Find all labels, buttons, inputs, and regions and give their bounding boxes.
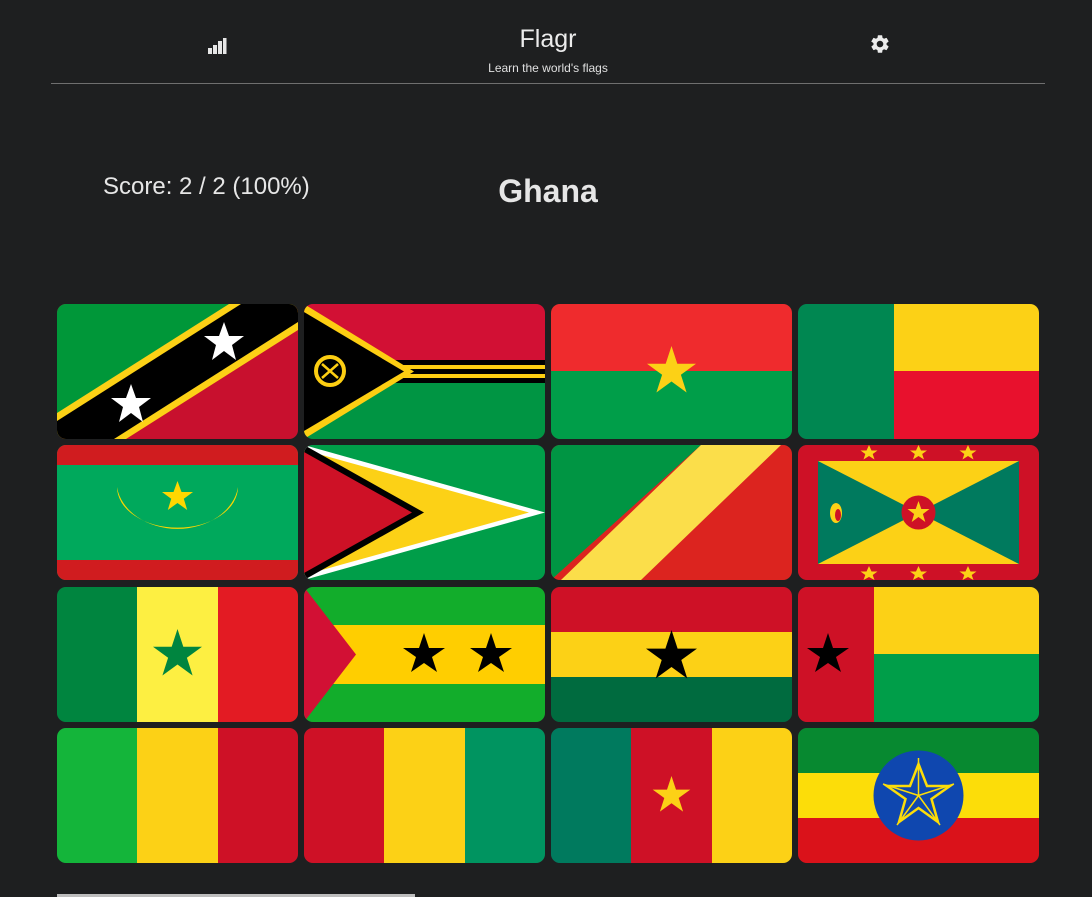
app-subtitle: Learn the world's flags bbox=[488, 61, 608, 75]
flagr-app: Flagr Learn the world's flags Score: 2 /… bbox=[0, 0, 1092, 897]
app-title: Flagr bbox=[519, 25, 577, 53]
flag-burkina-faso[interactable] bbox=[551, 304, 792, 439]
flag-guinea-bissau[interactable] bbox=[798, 587, 1039, 722]
flag-benin[interactable] bbox=[798, 304, 1039, 439]
target-country: Ghana bbox=[498, 173, 598, 209]
flag-ethiopia[interactable] bbox=[798, 728, 1039, 863]
app-header: Flagr Learn the world's flags bbox=[51, 0, 1045, 84]
flag-guinea[interactable] bbox=[304, 728, 545, 863]
flag-grenada[interactable] bbox=[798, 445, 1039, 580]
flag-saint-kitts-and-nevis[interactable] bbox=[57, 304, 298, 439]
flag-mauritania[interactable] bbox=[57, 445, 298, 580]
flag-guyana[interactable] bbox=[304, 445, 545, 580]
flag-senegal[interactable] bbox=[57, 587, 298, 722]
flag-cameroon[interactable] bbox=[551, 728, 792, 863]
settings-button[interactable] bbox=[869, 33, 891, 55]
score-text: Score: 2 / 2 (100%) bbox=[103, 173, 310, 200]
flag-sao-tome-and-principe[interactable] bbox=[304, 587, 545, 722]
gear-icon bbox=[871, 35, 889, 53]
flag-ghana[interactable] bbox=[551, 587, 792, 722]
flag-vanuatu[interactable] bbox=[304, 304, 545, 439]
flag-mali[interactable] bbox=[57, 728, 298, 863]
flag-republic-of-the-congo[interactable] bbox=[551, 445, 792, 580]
